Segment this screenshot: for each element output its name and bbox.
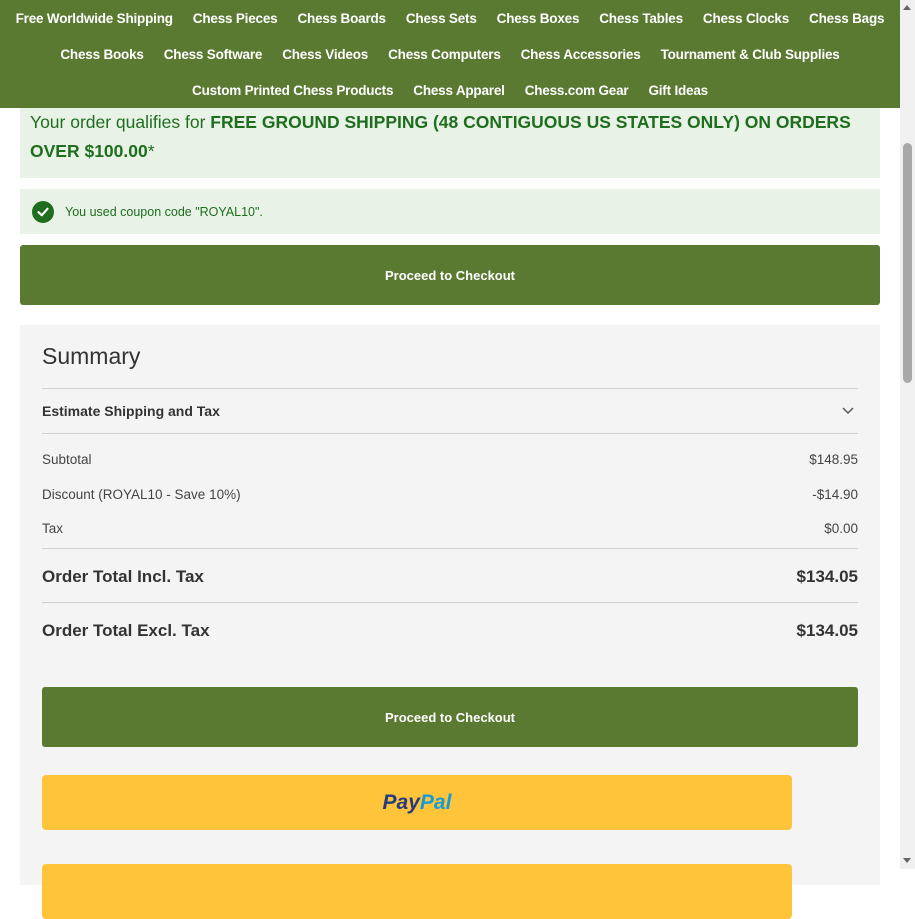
coupon-success-message: You used coupon code "ROYAL10".: [20, 189, 880, 234]
promo-suffix: *: [147, 141, 155, 161]
paypal-button[interactable]: PayPal: [42, 775, 792, 830]
order-total-excl-value: $134.05: [796, 621, 858, 640]
nav-link[interactable]: Custom Printed Chess Products: [192, 83, 393, 98]
paypal-later-button[interactable]: [42, 864, 792, 919]
nav-link[interactable]: Chess Boxes: [497, 11, 580, 26]
page-scrollbar[interactable]: [900, 0, 915, 869]
chevron-down-icon: [842, 402, 854, 420]
estimate-shipping-tax-toggle[interactable]: Estimate Shipping and Tax: [42, 389, 858, 433]
order-total-incl-label: Order Total Incl. Tax: [42, 567, 204, 586]
coupon-message-text: You used coupon code "ROYAL10".: [65, 204, 263, 219]
nav-row-2: Chess Books Chess Software Chess Videos …: [0, 36, 900, 72]
tax-row: Tax $0.00: [42, 521, 858, 536]
paypal-logo: PayPal: [382, 790, 452, 814]
nav-link[interactable]: Chess Sets: [406, 11, 477, 26]
promo-bold-line1: FREE GROUND SHIPPING (48 CONTIGUOUS US S…: [210, 112, 851, 132]
estimate-shipping-label: Estimate Shipping and Tax: [42, 403, 220, 419]
promo-prefix: Your order qualifies for: [30, 112, 211, 132]
nav-link[interactable]: Chess Clocks: [703, 11, 789, 26]
discount-label: Discount (ROYAL10 - Save 10%): [42, 487, 241, 502]
discount-row: Discount (ROYAL10 - Save 10%) -$14.90: [42, 487, 858, 502]
top-navigation: Free Worldwide Shipping Chess Pieces Che…: [0, 0, 900, 108]
nav-link[interactable]: Chess Accessories: [521, 47, 641, 62]
subtotal-label: Subtotal: [42, 452, 92, 467]
summary-title: Summary: [42, 343, 141, 369]
nav-link[interactable]: Chess Books: [60, 47, 144, 62]
nav-link[interactable]: Chess Software: [164, 47, 263, 62]
nav-link[interactable]: Tournament & Club Supplies: [661, 47, 840, 62]
proceed-to-checkout-button-top[interactable]: Proceed to Checkout: [20, 245, 880, 305]
nav-link[interactable]: Free Worldwide Shipping: [16, 11, 173, 26]
proceed-to-checkout-button-bottom[interactable]: Proceed to Checkout: [42, 687, 858, 747]
divider: [42, 602, 858, 603]
order-total-excl-label: Order Total Excl. Tax: [42, 621, 210, 640]
check-circle-icon: [32, 200, 54, 223]
nav-link[interactable]: Chess Videos: [282, 47, 368, 62]
nav-link[interactable]: Chess Tables: [599, 11, 683, 26]
free-shipping-banner: Your order qualifies for FREE GROUND SHI…: [20, 108, 880, 178]
nav-link[interactable]: Chess Bags: [809, 11, 884, 26]
nav-link[interactable]: Chess.com Gear: [525, 83, 629, 98]
order-total-incl-value: $134.05: [796, 567, 858, 586]
promo-bold-line2: OVER $100.00: [30, 141, 148, 161]
nav-link[interactable]: Chess Computers: [388, 47, 501, 62]
divider: [42, 548, 858, 549]
tax-label: Tax: [42, 521, 64, 536]
subtotal-value: $148.95: [809, 452, 858, 467]
tax-value: $0.00: [824, 521, 858, 536]
scroll-up-icon[interactable]: [903, 5, 911, 10]
scroll-down-icon[interactable]: [903, 858, 911, 863]
scrollbar-thumb[interactable]: [903, 143, 912, 383]
order-total-incl-row: Order Total Incl. Tax $134.05: [42, 567, 858, 587]
nav-link[interactable]: Chess Pieces: [193, 11, 278, 26]
nav-row-3: Custom Printed Chess Products Chess Appa…: [0, 72, 900, 108]
discount-value: -$14.90: [812, 487, 858, 502]
subtotal-row: Subtotal $148.95: [42, 452, 858, 467]
nav-link[interactable]: Chess Apparel: [413, 83, 505, 98]
order-total-excl-row: Order Total Excl. Tax $134.05: [42, 621, 858, 641]
nav-link[interactable]: Chess Boards: [297, 11, 386, 26]
nav-row-1: Free Worldwide Shipping Chess Pieces Che…: [0, 0, 900, 36]
nav-link[interactable]: Gift Ideas: [648, 83, 708, 98]
divider: [42, 433, 858, 434]
